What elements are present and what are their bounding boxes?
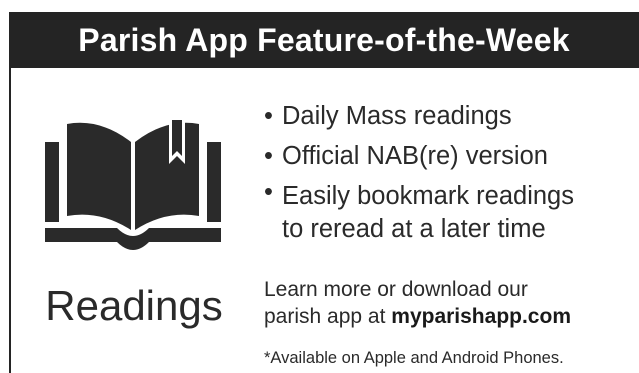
call-to-action: Learn more or download our parish app at… <box>264 276 634 330</box>
list-item: • Easily bookmark readings to reread at … <box>264 176 634 246</box>
header-title: Parish App Feature-of-the-Week <box>78 21 570 58</box>
availability-footnote: *Available on Apple and Android Phones. <box>264 349 564 367</box>
feature-card: Parish App Feature-of-the-Week Readings … <box>0 0 639 373</box>
list-item: • Official NAB(re) version <box>264 136 634 176</box>
bullet-marker: • <box>264 102 273 130</box>
website-link[interactable]: myparishapp.com <box>391 305 571 328</box>
cta-line-2-prefix: parish app at <box>264 305 392 328</box>
header-banner: Parish App Feature-of-the-Week <box>9 12 639 68</box>
open-book-bookmark-icon <box>45 120 221 250</box>
list-item: • Daily Mass readings <box>264 96 634 136</box>
cta-line-1: Learn more or download our <box>264 278 528 301</box>
bullet-marker: • <box>264 142 273 170</box>
feature-list: • Daily Mass readings • Official NAB(re)… <box>264 96 634 246</box>
bullet-marker: • <box>264 178 273 206</box>
feature-name: Readings <box>45 282 223 329</box>
list-item-text: Official NAB(re) version <box>282 142 548 170</box>
list-item-text: Easily bookmark readings <box>282 182 574 210</box>
left-border-rule <box>9 68 11 373</box>
list-item-text-continued: to reread at a later time <box>282 215 546 243</box>
list-item-text: Daily Mass readings <box>282 102 512 130</box>
